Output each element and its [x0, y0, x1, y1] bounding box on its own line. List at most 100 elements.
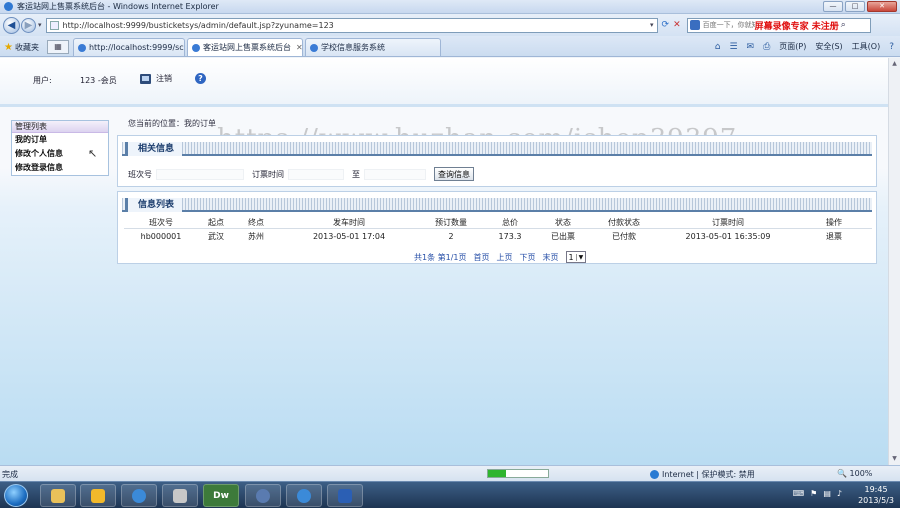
mail-icon[interactable]: ✉	[747, 42, 755, 52]
forward-button[interactable]: ▶	[21, 17, 36, 33]
sidebar-item-edit-login[interactable]: 修改登录信息	[12, 161, 108, 175]
bus-no-input[interactable]	[156, 168, 244, 180]
col-quantity: 预订数量	[420, 217, 482, 229]
last-page-link[interactable]: 末页	[543, 252, 559, 263]
favorites-button[interactable]: ★ 收藏夹	[4, 38, 39, 56]
search-magnifier-icon[interactable]: ⌕	[841, 20, 846, 30]
prev-page-link[interactable]: 上页	[497, 252, 513, 263]
tab-page-icon	[191, 43, 200, 52]
taskbar-ie2-icon[interactable]	[286, 484, 322, 507]
tray-input-icon[interactable]: ⌨	[793, 489, 805, 498]
maximize-button[interactable]: □	[845, 1, 865, 12]
user-value: 123 -会员	[80, 76, 117, 85]
search-box[interactable]: 屏幕录像专家 未注册 ⌕	[686, 17, 871, 33]
bus-no-label: 班次号	[128, 169, 152, 179]
system-clock[interactable]: 19:45 2013/5/3	[858, 484, 894, 506]
history-dropdown-icon[interactable]: ▾	[38, 21, 42, 29]
chevron-down-icon: ▼	[575, 253, 586, 261]
ie-logo-icon	[4, 2, 13, 11]
home-icon[interactable]: ⌂	[715, 42, 721, 52]
search-input[interactable]	[702, 21, 755, 29]
load-progress-bar	[487, 469, 549, 478]
col-origin: 起点	[198, 217, 234, 229]
cell-status: 已出票	[551, 232, 575, 242]
query-panel-header: 相关信息	[122, 142, 872, 156]
refund-link[interactable]: 退票	[796, 229, 872, 245]
logout-link[interactable]: 注销	[140, 73, 172, 84]
zoom-value: 100%	[849, 469, 873, 478]
col-action: 操作	[796, 217, 872, 229]
feeds-icon[interactable]: ☰	[729, 42, 737, 52]
taskbar-tools-icon[interactable]	[162, 484, 198, 507]
window-title-bar: 客运站网上售票系统后台 - Windows Internet Explorer …	[0, 0, 900, 14]
status-text: 完成	[2, 470, 18, 479]
cell-origin: 武汉	[208, 232, 224, 242]
cell-bus-no: hb000001	[140, 232, 182, 242]
col-total: 总价	[482, 217, 538, 229]
taskbar-explorer-icon[interactable]	[40, 484, 76, 507]
order-time-start-input[interactable]	[288, 168, 344, 180]
command-bar: ⌂ ☰ ✉ ⎙ 页面(P) 安全(S) 工具(O) ?	[715, 38, 894, 55]
safety-menu[interactable]: 安全(S)	[815, 41, 842, 52]
scroll-down-icon[interactable]: ▼	[889, 453, 900, 465]
tray-network-icon[interactable]: ▤	[823, 489, 831, 498]
page-info: 共1条 第1/1页	[414, 252, 467, 262]
cell-destination: 苏州	[248, 232, 264, 242]
logout-label: 注销	[156, 74, 172, 83]
tray-flag-icon[interactable]: ⚑	[810, 489, 817, 498]
help-menu-icon[interactable]: ?	[889, 42, 894, 52]
tab-localhost[interactable]: http://localhost:9999/sc...	[72, 38, 185, 56]
page-viewport: 用户: 123 -会员 注销 ? 管理列表 我的订单 修改个人信息 修改登录信息…	[0, 58, 888, 465]
taskbar-ie-icon[interactable]	[121, 484, 157, 507]
windows-taskbar: Dw ⌨ ⚑ ▤ ♪ 19:45 2013/5/3	[0, 481, 900, 508]
sidebar-item-my-orders[interactable]: 我的订单	[12, 133, 108, 147]
taskbar-dreamweaver-icon[interactable]: Dw	[203, 484, 239, 507]
query-button[interactable]: 查询信息	[434, 167, 474, 181]
order-time-end-input[interactable]	[364, 168, 426, 180]
tray-volume-icon[interactable]: ♪	[837, 489, 842, 498]
page-icon	[49, 20, 59, 30]
print-icon[interactable]: ⎙	[763, 42, 770, 52]
cell-total: 173.3	[498, 232, 522, 242]
order-time-label: 订票时间	[252, 169, 284, 179]
address-bar[interactable]: ▾	[45, 17, 658, 33]
mouse-cursor-icon: ↖	[88, 147, 98, 160]
taskbar-media-icon[interactable]	[245, 484, 281, 507]
close-window-button[interactable]: ✕	[867, 1, 897, 12]
security-zone[interactable]: Internet | 保护模式: 禁用	[650, 469, 755, 480]
col-payment: 付款状态	[588, 217, 660, 229]
start-button[interactable]	[4, 484, 28, 507]
tab-label: 客运站网上售票系统后台	[202, 43, 291, 52]
back-button[interactable]: ◀	[3, 16, 20, 34]
table-row: hb000001 武汉 苏州 2013-05-01 17:04 2 173.3 …	[124, 229, 872, 245]
first-page-link[interactable]: 首页	[474, 252, 490, 263]
page-menu[interactable]: 页面(P)	[779, 41, 806, 52]
col-destination: 终点	[234, 217, 278, 229]
tab-ticket-admin[interactable]: 客运站网上售票系统后台 ✕	[186, 38, 303, 56]
tab-close-icon[interactable]: ✕	[296, 43, 302, 52]
quick-tabs-icon[interactable]: ▦	[46, 40, 69, 54]
scroll-up-icon[interactable]: ▲	[889, 58, 900, 70]
refresh-icon[interactable]: ⟳	[662, 20, 670, 30]
query-panel: 相关信息 班次号 订票时间 至 查询信息	[117, 135, 877, 187]
vertical-scrollbar[interactable]: ▲ ▼	[888, 58, 900, 465]
table-header-row: 班次号 起点 终点 发车时间 预订数量 总价 状态 付款状态 订票时间 操作	[124, 217, 872, 229]
query-panel-title: 相关信息	[125, 142, 183, 156]
stop-icon[interactable]: ✕	[673, 20, 681, 30]
tab-school-info[interactable]: 学校信息服务系统	[304, 38, 441, 56]
url-input[interactable]	[62, 20, 647, 30]
address-dropdown-icon[interactable]: ▾	[647, 21, 657, 29]
load-progress-fill	[488, 470, 506, 477]
taskbar-notes-icon[interactable]	[80, 484, 116, 507]
zone-label: Internet | 保护模式: 禁用	[662, 470, 755, 479]
page-select[interactable]: 1 ▼	[565, 251, 587, 263]
taskbar-word-icon[interactable]	[327, 484, 363, 507]
help-icon[interactable]: ?	[195, 73, 206, 84]
zoom-level[interactable]: 🔍 100%	[837, 469, 872, 478]
minimize-button[interactable]: —	[823, 1, 843, 12]
next-page-link[interactable]: 下页	[520, 252, 536, 263]
user-label: 用户:	[33, 76, 52, 85]
clock-date: 2013/5/3	[858, 496, 894, 505]
tab-page-icon	[77, 43, 86, 52]
tools-menu[interactable]: 工具(O)	[852, 41, 881, 52]
